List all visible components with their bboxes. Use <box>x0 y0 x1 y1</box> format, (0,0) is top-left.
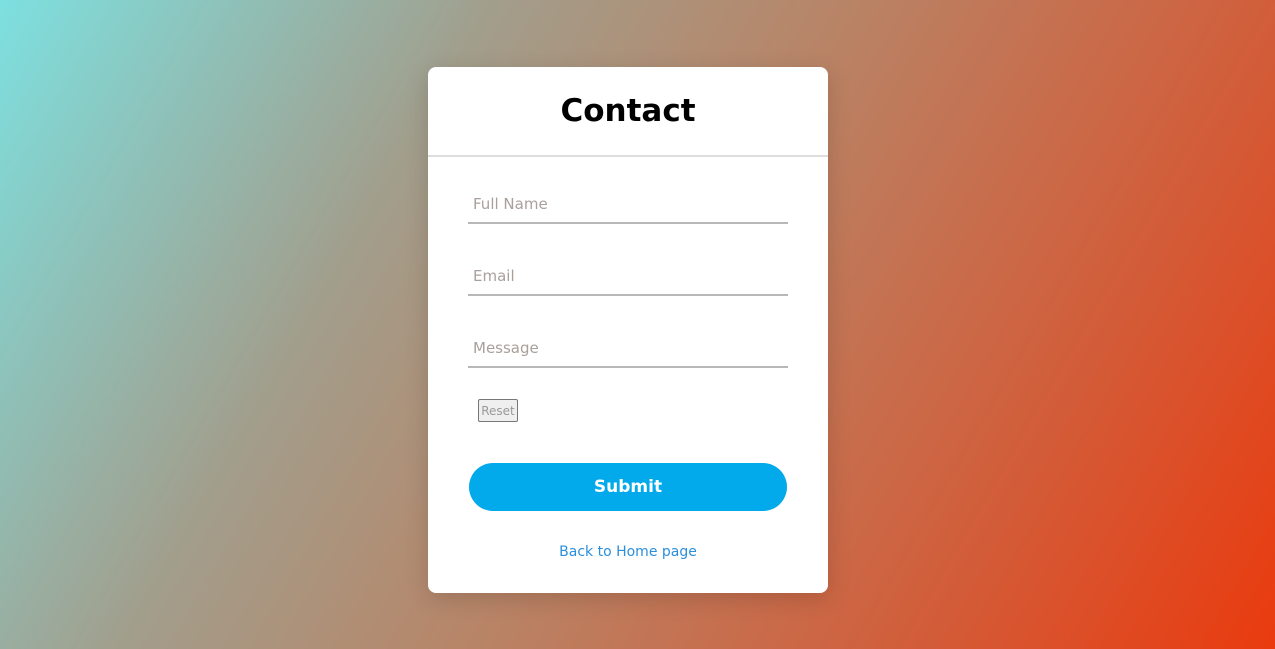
submit-button[interactable]: Submit <box>469 463 787 511</box>
reset-button[interactable]: Reset <box>478 399 518 422</box>
back-to-home-link[interactable]: Back to Home page <box>428 544 828 560</box>
message-input[interactable] <box>468 330 788 368</box>
page-title: Contact <box>428 67 828 157</box>
full-name-input[interactable] <box>468 186 788 224</box>
email-input[interactable] <box>468 258 788 296</box>
contact-card: Contact Reset Submit Back to Home page <box>428 67 828 593</box>
